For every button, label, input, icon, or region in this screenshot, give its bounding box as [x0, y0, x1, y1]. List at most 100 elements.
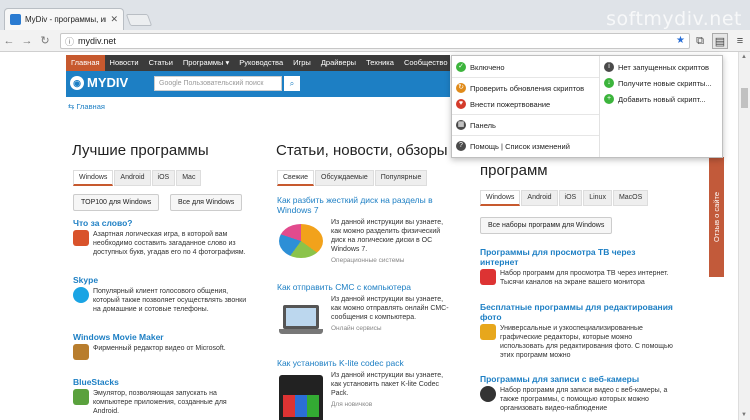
search-input[interactable]: Google Пользовательский поиск	[154, 76, 282, 91]
article-category[interactable]: Онлайн сервисы	[331, 325, 452, 332]
logo-ball-icon: ◉	[70, 75, 84, 90]
set-filter-macos[interactable]: MacOS	[612, 190, 649, 206]
filter-mac[interactable]: Mac	[176, 170, 202, 186]
browser-tab[interactable]: MyDiv - программы, игр ✕	[4, 8, 124, 30]
item-title[interactable]: BlueStacks	[73, 377, 248, 387]
popup-enabled-item[interactable]: ✓ Включено	[452, 59, 599, 75]
extension-icon[interactable]: ⧉	[692, 33, 708, 49]
menu-item-games[interactable]: Игры	[288, 55, 316, 71]
menu-item-articles[interactable]: Статьи	[144, 55, 178, 71]
pie-chart-icon	[277, 218, 325, 266]
menu-item-guides[interactable]: Руководства	[234, 55, 288, 71]
filter-fresh[interactable]: Свежие	[277, 170, 314, 186]
popup-donate-item[interactable]: ♥ Внести пожертвование	[452, 96, 599, 112]
menu-item-drivers[interactable]: Драйверы	[316, 55, 361, 71]
article-title[interactable]: Как установить K-lite codec pack	[277, 358, 452, 368]
divider	[452, 135, 599, 136]
popup-no-scripts-item: i Нет запущенных скриптов	[600, 59, 722, 75]
article-desc: Из данной инструкции вы узнаете, как уст…	[331, 372, 444, 397]
popup-add-script-item[interactable]: + Добавить новый скрипт...	[600, 91, 722, 107]
feedback-tab[interactable]: Отзыв о сайте	[709, 157, 724, 277]
top100-button[interactable]: TOP100 для Windows	[73, 194, 160, 211]
scroll-down-icon[interactable]: ▼	[741, 412, 747, 418]
popup-item-label: Нет запущенных скриптов	[618, 62, 710, 72]
set-title[interactable]: Программы для записи с веб-камеры	[480, 374, 675, 384]
search-icon[interactable]: ⌕	[284, 76, 300, 91]
back-icon[interactable]: ←	[0, 35, 18, 47]
filter-popular[interactable]: Популярные	[374, 170, 428, 186]
logo-text: MYDIV	[87, 75, 129, 90]
list-item: BlueStacks Эмулятор, позволяющая запуска…	[73, 377, 248, 416]
article-item: Как отправить СМС с компьютера Из данной…	[277, 282, 452, 343]
all-windows-button[interactable]: Все для Windows	[170, 194, 243, 211]
set-filter-ios[interactable]: iOS	[558, 190, 583, 206]
menu-item-hardware[interactable]: Техника	[361, 55, 399, 71]
url-text: mydiv.net	[78, 36, 116, 46]
scrollbar-thumb[interactable]	[741, 88, 748, 108]
articles-filter: Свежие Обсуждаемые Популярные	[277, 170, 428, 186]
forward-icon[interactable]: →	[18, 35, 36, 47]
popup-help-item[interactable]: ? Помощь | Список изменений	[452, 138, 599, 154]
sets-os-filter: Windows Android iOS Linux MacOS	[480, 190, 649, 206]
menu-item-home[interactable]: Главная	[66, 55, 105, 71]
set-item: Программы для записи с веб-камеры Набор …	[480, 374, 675, 413]
article-title[interactable]: Как отправить СМС с компьютера	[277, 282, 452, 292]
menu-item-programs[interactable]: Программы ▾	[178, 55, 234, 71]
item-title[interactable]: Windows Movie Maker	[73, 332, 248, 342]
popup-item-label: Добавить новый скрипт...	[618, 94, 706, 104]
address-bar[interactable]: ⓘ mydiv.net ★	[60, 33, 690, 49]
breadcrumb-home[interactable]: Главная	[76, 102, 105, 111]
userscript-extension-icon[interactable]: ▤	[712, 33, 728, 49]
bookmark-star-icon[interactable]: ★	[676, 35, 685, 46]
popup-item-label: Внести пожертвование	[470, 99, 551, 109]
scroll-up-icon[interactable]: ▲	[741, 54, 747, 60]
skype-icon	[73, 287, 89, 303]
favicon-icon	[10, 14, 21, 25]
set-item: Программы для просмотра ТВ через интерне…	[480, 247, 675, 287]
item-title[interactable]: Skype	[73, 275, 248, 285]
item-desc: Популярный клиент голосового общения, ко…	[93, 288, 247, 313]
article-category[interactable]: Для новичков	[331, 401, 452, 408]
item-desc: Эмулятор, позволяющая запускать на компь…	[93, 390, 227, 415]
menu-icon[interactable]: ≡	[732, 33, 748, 49]
item-desc: Фирменный редактор видео от Microsoft.	[93, 345, 226, 352]
browser-titlebar: MyDiv - программы, игр ✕ softmydiv.net	[0, 0, 750, 30]
set-filter-android[interactable]: Android	[521, 190, 558, 206]
page-scrollbar[interactable]: ▲ ▼	[738, 52, 750, 420]
reload-icon[interactable]: ↻	[36, 34, 54, 47]
klite-codec-icon	[277, 371, 325, 420]
set-desc: Универсальные и узкоспециализированные г…	[500, 325, 673, 359]
all-sets-button[interactable]: Все наборы программ для Windows	[480, 217, 613, 234]
site-logo[interactable]: ◉ MYDIV	[70, 75, 128, 90]
word-game-icon	[73, 230, 89, 246]
article-title[interactable]: Как разбить жесткий диск на разделы в Wi…	[277, 195, 452, 215]
menu-item-news[interactable]: Новости	[105, 55, 144, 71]
extension-popup: ✓ Включено ↻ Проверить обновления скрипт…	[451, 55, 723, 158]
item-title[interactable]: Что за слово?	[73, 218, 248, 228]
filter-android[interactable]: Android	[114, 170, 151, 186]
info-icon: i	[604, 62, 614, 72]
filter-discussed[interactable]: Обсуждаемые	[315, 170, 374, 186]
set-filter-windows[interactable]: Windows	[480, 190, 521, 206]
filter-windows[interactable]: Windows	[73, 170, 114, 186]
popup-dashboard-item[interactable]: ▦ Панель	[452, 117, 599, 133]
menu-item-community[interactable]: Сообщество	[399, 55, 453, 71]
set-filter-linux[interactable]: Linux	[583, 190, 612, 206]
item-desc: Азартная логическая игра, в которой вам …	[93, 231, 246, 256]
new-tab-button[interactable]	[125, 14, 153, 26]
popup-item-label: Помощь | Список изменений	[470, 141, 570, 151]
list-item: Windows Movie Maker Фирменный редактор в…	[73, 332, 248, 360]
check-icon: ✓	[456, 62, 466, 72]
laptop-icon	[277, 295, 325, 343]
article-item: Как установить K-lite codec pack Из данн…	[277, 358, 452, 420]
sets-title: программ	[480, 162, 548, 179]
popup-item-label: Включено	[470, 62, 505, 72]
popup-get-scripts-item[interactable]: ↓ Получите новые скрипты...	[600, 75, 722, 91]
set-title[interactable]: Бесплатные программы для редактирования …	[480, 302, 675, 322]
article-category[interactable]: Операционные системы	[331, 257, 452, 264]
set-title[interactable]: Программы для просмотра ТВ через интерне…	[480, 247, 675, 267]
filter-ios[interactable]: iOS	[151, 170, 176, 186]
popup-check-updates-item[interactable]: ↻ Проверить обновления скриптов	[452, 80, 599, 96]
donate-icon: ♥	[456, 99, 466, 109]
close-tab-icon[interactable]: ✕	[110, 14, 118, 25]
